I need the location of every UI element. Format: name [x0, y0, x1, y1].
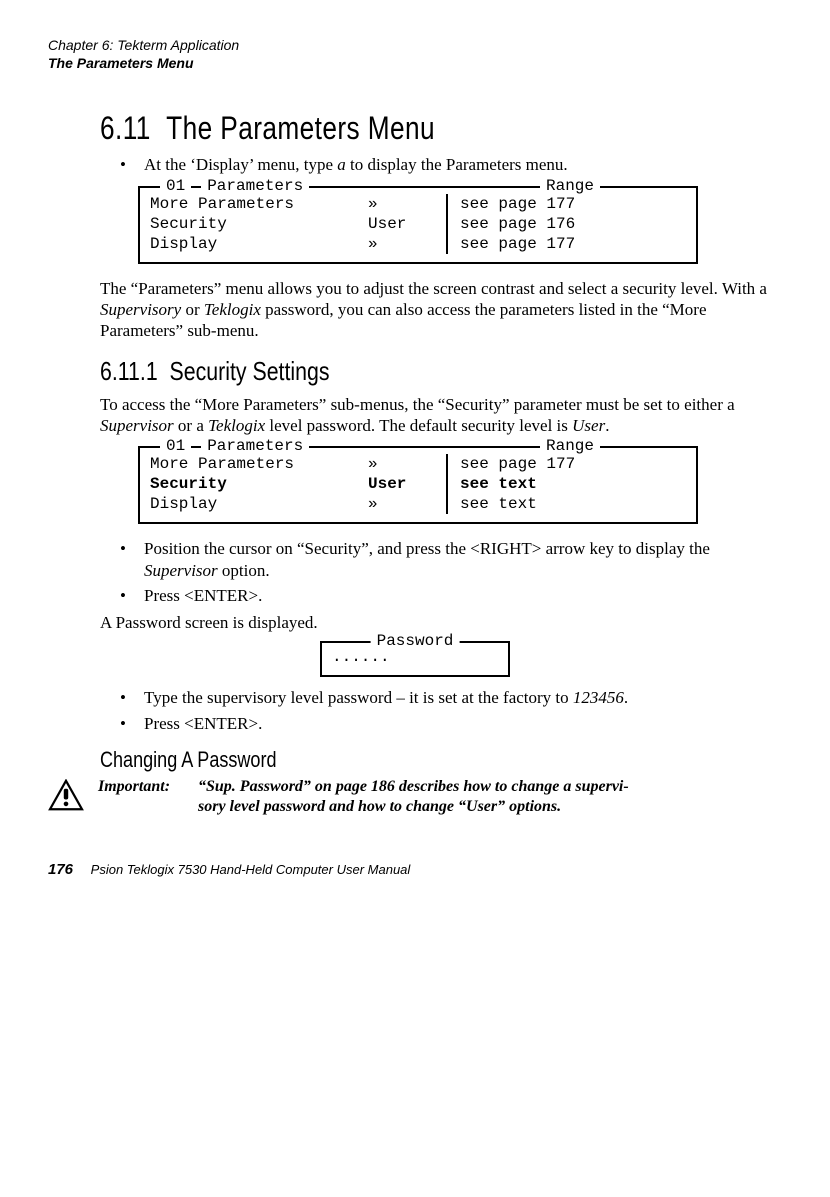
page-header: Chapter 6: Tekterm Application The Param…	[48, 36, 782, 72]
menu1-r1-val: User	[368, 214, 447, 234]
section-heading: 6.11 The Parameters Menu	[48, 108, 782, 148]
menu2-legend-left: 01	[160, 436, 191, 456]
menu2-r1-name: Security	[150, 474, 368, 494]
page-footer: 176 Psion Teklogix 7530 Hand-Held Comput…	[48, 861, 782, 880]
table-row: Display » see page 177	[150, 234, 686, 254]
page-number: 176	[48, 861, 73, 878]
menu1-r2-val: »	[368, 234, 447, 254]
subsection-heading: 6.11.1 Security Settings	[48, 355, 782, 388]
changing-password-heading: Changing A Password	[48, 746, 782, 774]
important-message: “Sup. Password” on page 186 describes ho…	[198, 777, 758, 817]
table-row: More Parameters » see page 177	[150, 454, 686, 474]
menu2-r1-val: User	[368, 474, 447, 494]
menu2-r0-name: More Parameters	[150, 454, 368, 474]
password-box-wrap: Password ......	[48, 641, 782, 677]
table-row: More Parameters » see page 177	[150, 194, 686, 214]
section-label: The Parameters Menu	[48, 54, 782, 72]
menu2-r2-name: Display	[150, 494, 368, 514]
menu2-r0-val: »	[368, 454, 447, 474]
parameters-menu-box-1: 01 Parameters Range More Parameters » se…	[138, 186, 698, 264]
parameters-menu-box-2: 01 Parameters Range More Parameters » se…	[138, 446, 698, 524]
table-row: Display » see text	[150, 494, 686, 514]
menu1-r2-name: Display	[150, 234, 368, 254]
table-row: Security User see text	[150, 474, 686, 494]
menu2-r0-range: see page 177	[447, 454, 686, 474]
subsection-number: 6.11.1	[100, 356, 158, 386]
warning-icon	[48, 779, 84, 811]
book-title: Psion Teklogix 7530 Hand-Held Computer U…	[91, 862, 411, 877]
password-box: Password ......	[320, 641, 510, 677]
menu1-legend-right: Range	[540, 176, 600, 196]
section-title: The Parameters Menu	[166, 110, 435, 146]
subsection-title: Security Settings	[170, 356, 330, 386]
menu1-r0-val: »	[368, 194, 447, 214]
important-label: Important:	[98, 777, 194, 797]
intro-bullet: At the ‘Display’ menu, type a to display…	[120, 154, 782, 175]
table-row: Security User see page 176	[150, 214, 686, 234]
list-item: Type the supervisory level password – it…	[120, 687, 782, 708]
menu2-r2-range: see text	[447, 494, 686, 514]
menu1-r1-name: Security	[150, 214, 368, 234]
important-note: Important: “Sup. Password” on page 186 d…	[48, 777, 782, 817]
paragraph-1: The “Parameters” menu allows you to adju…	[100, 278, 782, 342]
instruction-bullets-2: Type the supervisory level password – it…	[120, 687, 782, 734]
list-item: Position the cursor on “Security”, and p…	[120, 538, 782, 581]
list-item: Press <ENTER>.	[120, 713, 782, 734]
menu1-r2-range: see page 177	[447, 234, 686, 254]
menu1-r0-name: More Parameters	[150, 194, 368, 214]
section-number: 6.11	[100, 110, 151, 146]
intro-bullets: At the ‘Display’ menu, type a to display…	[120, 154, 782, 175]
paragraph-2: To access the “More Parameters” sub-menu…	[100, 394, 782, 437]
menu2-legend-mid: Parameters	[201, 436, 309, 456]
menu1-r1-range: see page 176	[447, 214, 686, 234]
menu1-legend-mid: Parameters	[201, 176, 309, 196]
password-legend: Password	[371, 631, 460, 651]
menu2-r2-val: »	[368, 494, 447, 514]
chapter-label: Chapter 6: Tekterm Application	[48, 36, 782, 54]
paragraph-3: A Password screen is displayed.	[100, 612, 782, 633]
menu1-table: More Parameters » see page 177 Security …	[150, 194, 686, 254]
instruction-bullets-1: Position the cursor on “Security”, and p…	[120, 538, 782, 606]
menu1-r0-range: see page 177	[447, 194, 686, 214]
menu2-table: More Parameters » see page 177 Security …	[150, 454, 686, 514]
menu2-legend-right: Range	[540, 436, 600, 456]
menu2-r1-range: see text	[447, 474, 686, 494]
list-item: Press <ENTER>.	[120, 585, 782, 606]
menu1-legend-left: 01	[160, 176, 191, 196]
